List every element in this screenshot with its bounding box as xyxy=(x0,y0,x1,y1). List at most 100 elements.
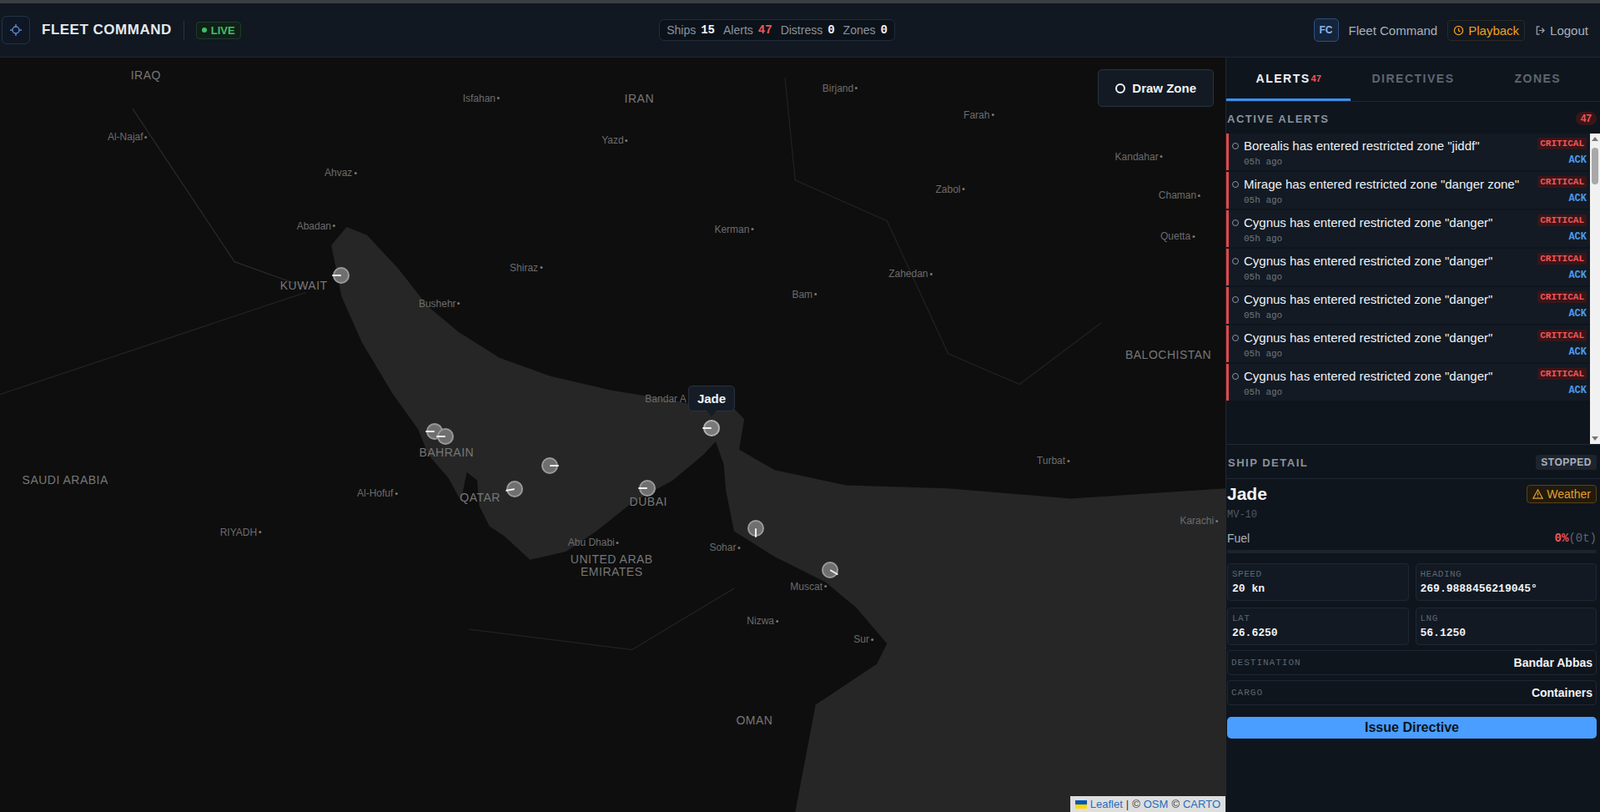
map-label: Kerman xyxy=(714,223,754,236)
map-label: Shiraz xyxy=(509,261,543,274)
ack-button[interactable]: ACK xyxy=(1568,384,1587,397)
alert-ring-icon xyxy=(1232,372,1239,380)
city-dot-icon xyxy=(855,86,858,90)
ack-button[interactable]: ACK xyxy=(1568,154,1587,167)
map-label: Zabol xyxy=(935,183,966,196)
top-bar: FLEET COMMANDLIVEShips15Alerts47Distress… xyxy=(0,0,1600,58)
ship-marker[interactable] xyxy=(821,561,839,579)
stat-cell: LNG56.1250 xyxy=(1415,607,1598,645)
city-dot-icon xyxy=(775,619,779,623)
app-title: FLEET COMMAND xyxy=(41,21,172,39)
detail-row: DESTINATIONBandar Abbas xyxy=(1227,649,1597,675)
ack-button[interactable]: ACK xyxy=(1568,269,1587,282)
alert-item[interactable]: Cygnus has entered restricted zone "dang… xyxy=(1226,325,1590,363)
city-dot-icon xyxy=(394,492,398,495)
alert-item[interactable]: Mirage has entered restricted zone "dang… xyxy=(1226,171,1590,209)
live-dot-icon xyxy=(201,27,207,33)
fuel-row: Fuel0%(0t) xyxy=(1227,530,1597,545)
map-label: Yazd xyxy=(601,134,628,146)
ack-button[interactable]: ACK xyxy=(1568,231,1587,243)
ship-marker[interactable] xyxy=(332,266,350,284)
alert-ring-icon xyxy=(1232,334,1239,342)
scrollbar[interactable] xyxy=(1589,133,1600,444)
alert-ring-icon xyxy=(1232,181,1239,188)
city-dot-icon xyxy=(1192,235,1195,238)
map-label: UNITED ARAB EMIRATES xyxy=(548,553,675,579)
attribution-part[interactable]: OSM xyxy=(1143,797,1169,811)
city-dot-icon xyxy=(962,187,966,191)
issue-directive-button[interactable]: Issue Directive xyxy=(1227,716,1597,739)
ship-marker[interactable] xyxy=(747,519,765,537)
tab[interactable]: DIRECTIVES xyxy=(1350,57,1475,101)
map-label: Karachi xyxy=(1179,514,1218,527)
map-label: Turbat xyxy=(1036,454,1070,467)
map-label: Muscat xyxy=(789,580,827,593)
ship-marker[interactable]: Jade xyxy=(703,419,720,437)
ship-code: MV-10 xyxy=(1227,508,1597,521)
live-badge: LIVE xyxy=(196,21,242,40)
fuel-bar xyxy=(1227,549,1597,554)
scroll-up-icon[interactable] xyxy=(1591,136,1599,141)
map-label: Birjand xyxy=(822,82,858,95)
city-dot-icon xyxy=(750,227,754,231)
alert-item[interactable]: Borealis has entered restricted zone "ji… xyxy=(1226,133,1590,171)
attribution-part: © xyxy=(1171,797,1180,811)
ship-name: Jade xyxy=(1227,483,1268,504)
ack-button[interactable]: ACK xyxy=(1568,346,1587,358)
map-label: Quetta xyxy=(1160,230,1195,242)
ship-marker[interactable] xyxy=(541,457,559,474)
playback-button[interactable]: Playback xyxy=(1447,20,1525,41)
alerts-count: 47 xyxy=(1575,111,1597,126)
logout-button[interactable]: Logout xyxy=(1534,23,1589,38)
map-label: Al-Najaf xyxy=(107,130,148,143)
stat-cell: SPEED20 kn xyxy=(1227,563,1409,601)
map-label: Chaman xyxy=(1158,189,1201,202)
city-dot-icon xyxy=(814,292,817,296)
stat: Distress0 xyxy=(780,23,836,37)
severity-badge: CRITICAL xyxy=(1537,137,1587,150)
alert-item[interactable]: Cygnus has entered restricted zone "dang… xyxy=(1226,248,1590,286)
tab-bar: ALERTS47DIRECTIVESZONES xyxy=(1226,57,1600,102)
map-label: Abu Dhabi xyxy=(568,536,619,549)
attribution-part[interactable]: CARTO xyxy=(1182,797,1221,811)
map-label: Al-Hofuf xyxy=(357,487,398,499)
ship-marker[interactable] xyxy=(638,479,656,497)
map[interactable]: IRAQAl-NajafIsfahanIRANBirjandFarahKanda… xyxy=(0,57,1226,812)
tab[interactable]: ZONES xyxy=(1475,57,1600,101)
alert-item[interactable]: Cygnus has entered restricted zone "dang… xyxy=(1226,210,1590,247)
ship-tooltip: Jade xyxy=(688,385,735,412)
clock-icon xyxy=(1453,25,1465,36)
severity-badge: CRITICAL xyxy=(1537,291,1587,303)
map-attribution: Leaflet|©OSM©CARTO xyxy=(1070,795,1226,812)
map-label: RIYADH xyxy=(220,526,262,539)
alert-list[interactable]: Borealis has entered restricted zone "ji… xyxy=(1226,133,1600,445)
map-label: QATAR xyxy=(459,491,501,504)
user-avatar[interactable]: FC xyxy=(1313,18,1339,42)
scroll-down-icon[interactable] xyxy=(1591,436,1599,441)
attribution-part[interactable]: Leaflet xyxy=(1090,797,1123,811)
stat: Alerts47 xyxy=(723,23,773,37)
stat: Zones0 xyxy=(843,23,888,37)
alert-item[interactable]: Cygnus has entered restricted zone "dang… xyxy=(1226,363,1590,401)
city-dot-icon xyxy=(1215,519,1218,523)
attribution-part: © xyxy=(1132,797,1141,811)
crosshair-icon[interactable] xyxy=(1,15,31,45)
tab[interactable]: ALERTS47 xyxy=(1226,57,1351,101)
scroll-thumb[interactable] xyxy=(1591,147,1599,185)
ack-button[interactable]: ACK xyxy=(1568,307,1587,320)
ack-button[interactable]: ACK xyxy=(1568,192,1587,205)
city-dot-icon xyxy=(1160,155,1163,158)
draw-zone-button[interactable]: Draw Zone xyxy=(1097,69,1214,107)
ship-marker[interactable] xyxy=(437,427,454,445)
map-label: Ahvaz xyxy=(324,166,357,179)
stat-cell: LAT26.6250 xyxy=(1227,607,1409,645)
stats-grid: SPEED20 knHEADING269.9888456219045°LAT26… xyxy=(1227,563,1597,645)
map-label: Bam xyxy=(791,288,817,301)
city-dot-icon xyxy=(824,584,827,588)
map-label: Nizwa xyxy=(746,614,779,627)
detail-row: CARGOContainers xyxy=(1227,679,1597,705)
alert-item[interactable]: Cygnus has entered restricted zone "dang… xyxy=(1226,286,1590,324)
map-label: IRAN xyxy=(624,92,655,106)
city-dot-icon xyxy=(539,266,543,269)
alert-ring-icon xyxy=(1232,142,1239,150)
